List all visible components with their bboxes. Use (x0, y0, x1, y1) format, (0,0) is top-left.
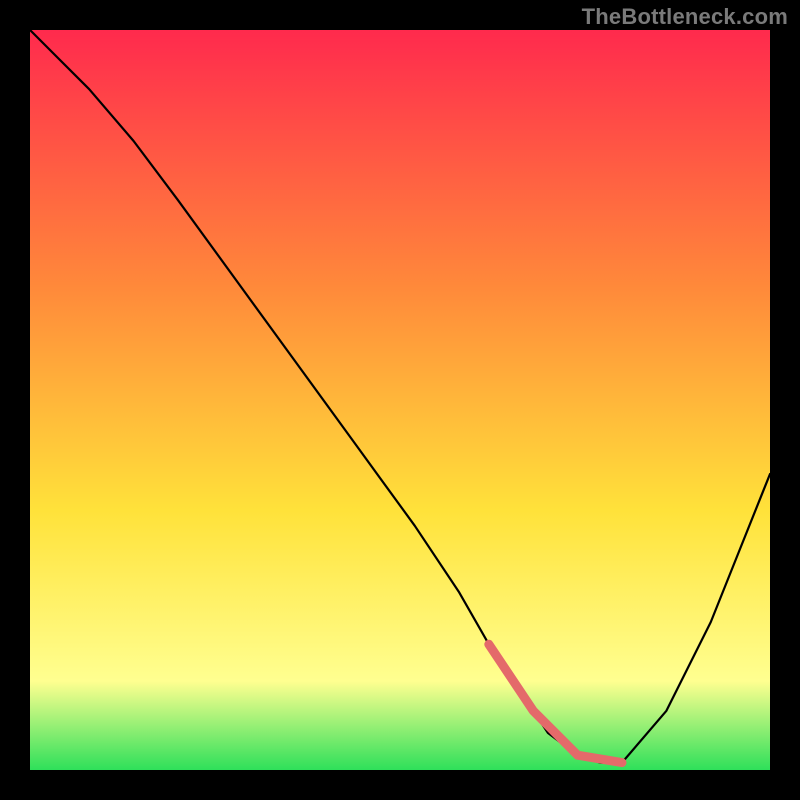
watermark-text: TheBottleneck.com (582, 4, 788, 30)
chart-svg (30, 30, 770, 770)
gradient-background (30, 30, 770, 770)
chart-plot-area (30, 30, 770, 770)
